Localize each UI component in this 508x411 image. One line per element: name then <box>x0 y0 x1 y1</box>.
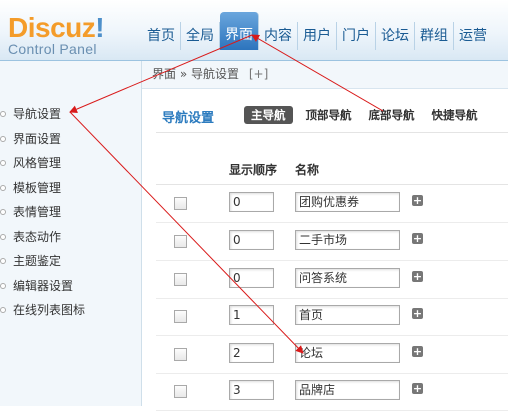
name-input[interactable]: 二手市场 <box>295 230 400 250</box>
order-input[interactable]: 3 <box>229 380 274 400</box>
plus-icon[interactable]: + <box>412 308 423 319</box>
logo-text: Discuz! <box>8 12 105 43</box>
breadcrumb-parent[interactable]: 界面 <box>152 67 176 81</box>
breadcrumb-separator: » <box>179 67 188 81</box>
logo-exclaim: ! <box>95 12 105 43</box>
nav-item-home[interactable]: 首页 <box>142 22 181 50</box>
plus-icon[interactable]: + <box>412 383 423 394</box>
name-input[interactable]: 论坛 <box>295 343 400 363</box>
nav-type-tabs: 主导航 顶部导航 底部导航 快捷导航 <box>244 106 491 124</box>
row-checkbox[interactable] <box>174 235 187 248</box>
plus-icon[interactable]: + <box>412 346 423 357</box>
logo: Discuz! Control Panel <box>8 12 105 58</box>
column-header-name: 名称 <box>295 163 320 177</box>
nav-item-forum[interactable]: 论坛 <box>376 22 415 50</box>
table-row: 3 品牌店 + <box>156 373 508 411</box>
breadcrumb: 界面 » 导航设置 [+] <box>142 61 508 89</box>
main-content: 导航设置 主导航 顶部导航 底部导航 快捷导航 显示顺序 名称 0 团购优惠券 … <box>142 89 508 411</box>
table-row: 0 二手市场 + <box>156 223 508 261</box>
nav-item-content[interactable]: 内容 <box>259 22 298 50</box>
page-title: 导航设置 <box>162 111 215 126</box>
order-input[interactable]: 0 <box>229 192 274 212</box>
add-shortcut-button[interactable]: [+] <box>249 67 268 81</box>
logo-subtitle: Control Panel <box>8 41 97 57</box>
order-input[interactable]: 0 <box>229 268 274 288</box>
tab-main-nav[interactable]: 主导航 <box>244 106 293 124</box>
plus-icon[interactable]: + <box>412 271 423 282</box>
name-input[interactable]: 品牌店 <box>295 380 400 400</box>
row-checkbox[interactable] <box>174 197 187 210</box>
tab-quick-nav[interactable]: 快捷导航 <box>428 106 482 124</box>
nav-item-operations[interactable]: 运营 <box>454 22 492 50</box>
sidebar-item-nav-settings[interactable]: 导航设置 <box>0 102 85 127</box>
nav-item-users[interactable]: 用户 <box>298 22 337 50</box>
order-input[interactable]: 0 <box>229 230 274 250</box>
sidebar-menu: 导航设置 界面设置 风格管理 模板管理 表情管理 表态动作 主题鉴定 编辑器设置… <box>0 102 85 323</box>
nav-item-global[interactable]: 全局 <box>181 22 220 50</box>
sidebar-item-thread-appraisal[interactable]: 主题鉴定 <box>0 249 85 274</box>
nav-item-interface[interactable]: 界面 <box>220 12 259 50</box>
sidebar-item-template-management[interactable]: 模板管理 <box>0 176 85 201</box>
breadcrumb-current: 导航设置 <box>191 67 240 81</box>
sidebar-item-emoticon-management[interactable]: 表情管理 <box>0 200 85 225</box>
sidebar-item-editor-settings[interactable]: 编辑器设置 <box>0 274 85 299</box>
column-header-order: 显示顺序 <box>229 163 278 177</box>
name-input[interactable]: 问答系统 <box>295 268 400 288</box>
name-input[interactable]: 首页 <box>295 305 400 325</box>
divider <box>156 132 508 133</box>
tab-bottom-nav[interactable]: 底部导航 <box>365 106 419 124</box>
sidebar: 导航设置 界面设置 风格管理 模板管理 表情管理 表态动作 主题鉴定 编辑器设置… <box>0 61 142 406</box>
logo-name: Discuz <box>8 12 96 43</box>
table-row: 0 团购优惠券 + <box>156 185 508 223</box>
row-checkbox[interactable] <box>174 310 187 323</box>
order-input[interactable]: 1 <box>229 305 274 325</box>
nav-item-portal[interactable]: 门户 <box>337 22 376 50</box>
top-nav: 首页 全局 界面 内容 用户 门户 论坛 群组 运营 <box>142 12 492 50</box>
tab-top-nav[interactable]: 顶部导航 <box>302 106 356 124</box>
sidebar-item-style-management[interactable]: 风格管理 <box>0 151 85 176</box>
plus-icon[interactable]: + <box>412 195 423 206</box>
sidebar-item-online-list-icons[interactable]: 在线列表图标 <box>0 298 85 323</box>
header: Discuz! Control Panel 首页 全局 界面 内容 用户 门户 … <box>0 0 508 61</box>
row-checkbox[interactable] <box>174 385 187 398</box>
order-input[interactable]: 2 <box>229 343 274 363</box>
sidebar-item-reaction-actions[interactable]: 表态动作 <box>0 225 85 250</box>
row-checkbox[interactable] <box>174 348 187 361</box>
name-input[interactable]: 团购优惠券 <box>295 192 400 212</box>
table-row: 0 问答系统 + <box>156 261 508 299</box>
plus-icon[interactable]: + <box>412 233 423 244</box>
sidebar-item-interface-settings[interactable]: 界面设置 <box>0 127 85 152</box>
row-checkbox[interactable] <box>174 273 187 286</box>
table-row: 1 首页 + <box>156 298 508 336</box>
table-row: 2 论坛 + <box>156 336 508 374</box>
nav-item-groups[interactable]: 群组 <box>415 22 454 50</box>
